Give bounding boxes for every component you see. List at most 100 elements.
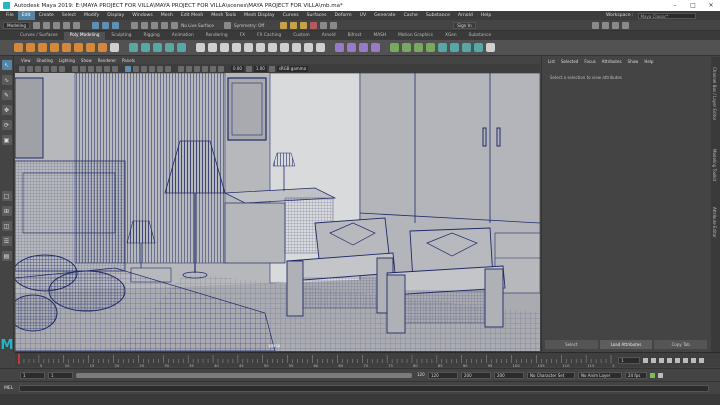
- make-live-icon[interactable]: [171, 21, 179, 29]
- shelf-tab-11[interactable]: MASH: [367, 32, 392, 40]
- render-settings-icon[interactable]: [300, 21, 308, 29]
- panel-menu-item-4[interactable]: Renderer: [95, 58, 119, 63]
- open-scene-icon[interactable]: [43, 21, 51, 29]
- grid-icon[interactable]: [72, 65, 78, 72]
- menu-item-19[interactable]: Help: [477, 11, 495, 20]
- center-pivot-icon[interactable]: [390, 43, 399, 52]
- menu-item-9[interactable]: Mesh Tools: [207, 11, 240, 20]
- automatic-map-icon[interactable]: [347, 43, 356, 52]
- scale-tool-icon[interactable]: ▣: [1, 135, 12, 145]
- script-language-label[interactable]: MEL: [4, 386, 16, 391]
- move-tool-icon[interactable]: ✥: [1, 105, 12, 115]
- max-end-field[interactable]: 200: [494, 371, 524, 379]
- close-button[interactable]: ✕: [702, 0, 720, 11]
- step-forward-key-icon[interactable]: [691, 357, 696, 363]
- gate-mask-icon[interactable]: [96, 65, 102, 72]
- smooth-shade-icon[interactable]: [133, 65, 139, 72]
- menu-item-2[interactable]: Create: [35, 11, 58, 20]
- panel-menu-item-5[interactable]: Panels: [119, 58, 138, 63]
- poly-sphere-icon[interactable]: [14, 43, 23, 52]
- shelf-tab-12[interactable]: Motion Graphics: [392, 32, 439, 40]
- shelf-tab-14[interactable]: Substance: [463, 32, 497, 40]
- select-tool-icon[interactable]: ↖: [1, 60, 12, 70]
- step-back-key-icon[interactable]: [651, 357, 656, 363]
- menu-item-13[interactable]: Deform: [331, 11, 356, 20]
- lasso-tool-icon[interactable]: ∿: [1, 75, 12, 85]
- select-button[interactable]: Select: [545, 340, 598, 349]
- field-chart-icon[interactable]: [104, 65, 110, 72]
- delete-history-icon[interactable]: [414, 43, 423, 52]
- 2d-pan-zoom-icon[interactable]: [51, 65, 57, 72]
- poly-plane-icon[interactable]: [74, 43, 83, 52]
- single-pane-layout-icon[interactable]: □: [1, 191, 12, 201]
- shadows-icon[interactable]: [165, 65, 171, 72]
- channel-box-tab-5[interactable]: Help: [641, 59, 656, 64]
- preferences-icon[interactable]: [658, 372, 663, 378]
- slide-edge-icon[interactable]: [474, 43, 483, 52]
- boolean-icon[interactable]: [165, 43, 174, 52]
- panel-menu-item-1[interactable]: Shading: [34, 58, 56, 63]
- ambient-occlusion-icon[interactable]: [202, 65, 208, 72]
- channel-box-icon[interactable]: [621, 21, 629, 29]
- go-to-end-icon[interactable]: [699, 357, 704, 363]
- merge-icon[interactable]: [292, 43, 301, 52]
- sculpt-icon[interactable]: [438, 43, 447, 52]
- shelf-tab-1[interactable]: Poly Modeling: [63, 32, 106, 40]
- playback-start-field[interactable]: 1: [48, 371, 73, 379]
- menu-item-0[interactable]: File: [2, 11, 18, 20]
- gamma-field[interactable]: 1.00: [253, 65, 267, 72]
- exposure-icon[interactable]: [245, 65, 252, 72]
- menu-item-6[interactable]: Windows: [128, 11, 157, 20]
- bridge-icon[interactable]: [208, 43, 217, 52]
- side-tab-channel-box[interactable]: Channel Box / Layer Editor: [712, 67, 717, 120]
- step-forward-frame-icon[interactable]: [683, 357, 688, 363]
- shelf-tab-8[interactable]: Custom: [287, 32, 315, 40]
- shelf-tab-6[interactable]: FX: [234, 32, 251, 40]
- poly-cone-icon[interactable]: [50, 43, 59, 52]
- shelf-tab-5[interactable]: Rendering: [200, 32, 234, 40]
- mirror-icon[interactable]: [177, 43, 186, 52]
- use-all-lights-icon[interactable]: [157, 65, 163, 72]
- select-camera-icon[interactable]: [19, 65, 25, 72]
- menu-item-5[interactable]: Display: [103, 11, 128, 20]
- grease-pencil-icon[interactable]: [59, 65, 65, 72]
- panel-menu-item-3[interactable]: Show: [78, 58, 95, 63]
- poly-disc-icon[interactable]: [86, 43, 95, 52]
- shelf-tab-13[interactable]: XGen: [439, 32, 463, 40]
- menu-item-1[interactable]: Edit: [17, 11, 35, 20]
- poly-cube-icon[interactable]: [26, 43, 35, 52]
- graph-layout-icon[interactable]: ▤: [1, 251, 12, 261]
- image-plane-icon[interactable]: [43, 65, 49, 72]
- paint-select-icon[interactable]: ✎: [1, 90, 12, 100]
- textured-icon[interactable]: [149, 65, 155, 72]
- menu-item-15[interactable]: Generate: [370, 11, 399, 20]
- panel-menu-item-2[interactable]: Lighting: [56, 58, 78, 63]
- animation-end-field[interactable]: 200: [461, 371, 491, 379]
- snap-grid-icon[interactable]: [131, 21, 139, 29]
- channel-box-tab-3[interactable]: Attributes: [599, 59, 625, 64]
- live-surface-label[interactable]: No Live Surface: [181, 23, 214, 28]
- extrude-icon[interactable]: [196, 43, 205, 52]
- new-scene-icon[interactable]: [33, 21, 41, 29]
- depth-of-field-icon[interactable]: [218, 65, 224, 72]
- connect-icon[interactable]: [316, 43, 325, 52]
- shelf-tab-2[interactable]: Sculpting: [105, 32, 137, 40]
- save-scene-icon[interactable]: [53, 21, 61, 29]
- sign-in-button[interactable]: Sign In: [453, 21, 476, 29]
- ipr-render-icon[interactable]: [290, 21, 298, 29]
- menu-item-11[interactable]: Curves: [279, 11, 303, 20]
- camera-attributes-icon[interactable]: [27, 65, 33, 72]
- shelf-tab-10[interactable]: Bifrost: [342, 32, 368, 40]
- menu-item-18[interactable]: Arnold: [454, 11, 477, 20]
- symmetry-icon[interactable]: [223, 21, 231, 29]
- resolution-gate-icon[interactable]: [88, 65, 94, 72]
- select-object-icon[interactable]: [102, 21, 110, 29]
- menu-item-16[interactable]: Cache: [400, 11, 422, 20]
- append-polygon-icon[interactable]: [280, 43, 289, 52]
- copy-tab-button[interactable]: Copy Tab: [654, 340, 708, 349]
- uv-editor-icon[interactable]: [371, 43, 380, 52]
- symmetry-label[interactable]: Symmetry: Off: [234, 23, 264, 28]
- planar-map-icon[interactable]: [335, 43, 344, 52]
- range-slider-track[interactable]: [76, 372, 412, 378]
- shelf-tab-3[interactable]: Rigging: [138, 32, 166, 40]
